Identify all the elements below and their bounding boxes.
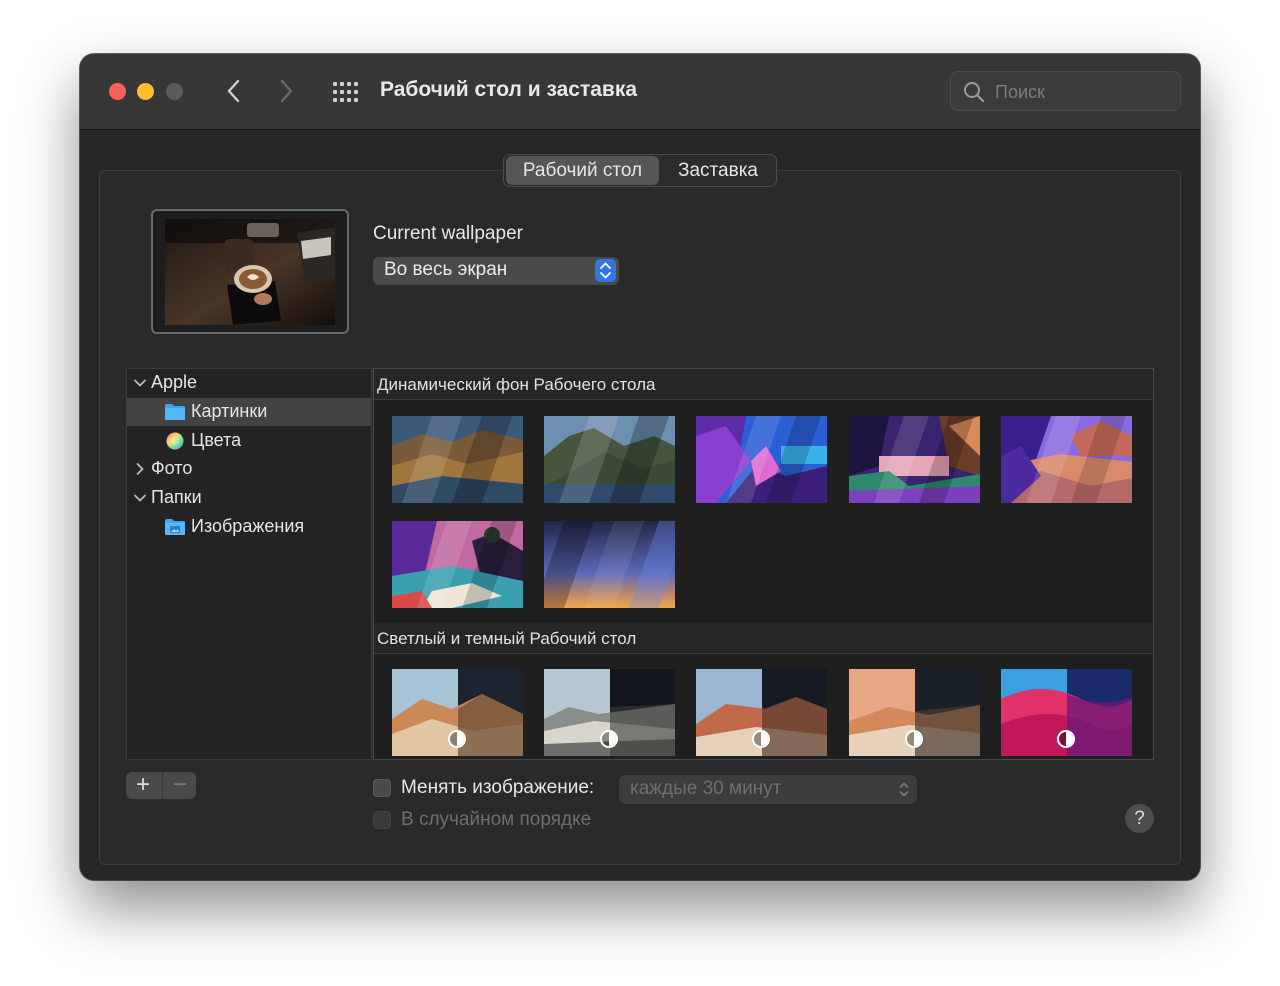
- wallpaper-thumb-catalina-1[interactable]: [392, 416, 523, 503]
- wallpaper-thumb-rocks-3[interactable]: [696, 669, 827, 756]
- search-icon: [964, 82, 985, 103]
- close-button[interactable]: [109, 83, 126, 100]
- wallpaper-thumb-catalina-2[interactable]: [544, 416, 675, 503]
- dark-mode-icon: [1057, 730, 1075, 748]
- dark-mode-icon: [752, 730, 770, 748]
- interval-value: каждые 30 минут: [630, 778, 782, 799]
- add-remove-control: + −: [126, 772, 196, 799]
- chevron-right-icon: [280, 79, 293, 103]
- tab-desktop[interactable]: Рабочий стол: [506, 156, 659, 185]
- wallpaper-thumb-gradient[interactable]: [544, 521, 675, 608]
- wallpaper-thumb-illustration-4[interactable]: [392, 521, 523, 608]
- wallpaper-preview-image: [165, 219, 335, 325]
- minimize-button[interactable]: [137, 83, 154, 100]
- sidebar-item-label: Изображения: [191, 516, 305, 536]
- chevron-updown-icon: [899, 782, 909, 797]
- remove-folder-button[interactable]: −: [162, 772, 197, 799]
- change-picture-checkbox[interactable]: [373, 779, 391, 797]
- sidebar-item-images-folder[interactable]: Изображения: [127, 513, 371, 541]
- chevron-down-icon[interactable]: [133, 491, 147, 505]
- section-header-dynamic: Динамический фон Рабочего стола: [374, 369, 1153, 400]
- fit-mode-popup[interactable]: Во весь экран: [373, 256, 619, 285]
- change-picture-label: Менять изображение:: [401, 777, 595, 798]
- sidebar-item-colors[interactable]: Цвета: [127, 427, 371, 455]
- title-bar: Рабочий стол и заставка: [80, 54, 1200, 130]
- chevron-left-icon: [227, 79, 240, 103]
- dark-mode-icon: [905, 730, 923, 748]
- random-order-checkbox[interactable]: [373, 811, 391, 829]
- interval-popup[interactable]: каждые 30 минут: [619, 775, 917, 804]
- popup-stepper-icon: [595, 259, 616, 282]
- forward-button[interactable]: [273, 76, 299, 106]
- sidebar-item-label: Папки: [151, 487, 202, 507]
- add-folder-button[interactable]: +: [126, 772, 160, 799]
- sidebar-item-label: Цвета: [191, 430, 242, 450]
- search-field[interactable]: [950, 71, 1181, 111]
- wallpaper-thumb-rocks-2[interactable]: [544, 669, 675, 756]
- show-all-button[interactable]: [332, 82, 360, 102]
- sidebar-item-pictures[interactable]: Картинки: [127, 398, 371, 426]
- current-wallpaper-label: Current wallpaper: [373, 223, 523, 244]
- wallpaper-thumb-illustration-1[interactable]: [696, 416, 827, 503]
- help-button[interactable]: ?: [1125, 804, 1154, 833]
- random-order-label: В случайном порядке: [401, 809, 592, 830]
- tab-screensaver[interactable]: Заставка: [661, 156, 775, 185]
- fit-mode-value: Во весь экран: [384, 259, 508, 280]
- zoom-button[interactable]: [166, 83, 183, 100]
- window-title: Рабочий стол и заставка: [380, 78, 638, 101]
- back-button[interactable]: [221, 76, 247, 106]
- sidebar-item-label: Картинки: [191, 401, 268, 421]
- sidebar-item-label: Apple: [151, 372, 198, 392]
- sidebar-group-apple[interactable]: Apple: [127, 369, 371, 397]
- pictures-folder-icon: [165, 519, 185, 535]
- wallpaper-thumb-illustration-2[interactable]: [849, 416, 980, 503]
- current-wallpaper-preview: [151, 209, 349, 334]
- dark-mode-icon: [600, 730, 618, 748]
- search-input[interactable]: [993, 78, 1177, 106]
- color-wheel-icon: [166, 432, 184, 450]
- sidebar-item-label: Фото: [151, 458, 193, 478]
- wallpaper-thumb-big-sur[interactable]: [1001, 669, 1132, 756]
- section-title: Динамический фон Рабочего стола: [377, 375, 656, 394]
- folder-icon: [165, 404, 185, 420]
- section-title: Светлый и темный Рабочий стол: [377, 629, 637, 648]
- wallpaper-thumb-rocks-1[interactable]: [392, 669, 523, 756]
- tab-bar: Рабочий стол Заставка: [503, 154, 777, 187]
- source-sidebar: Apple Картинки Цвета Фото Папки Изображе…: [126, 368, 372, 760]
- wallpaper-thumb-illustration-3[interactable]: [1001, 416, 1132, 503]
- sidebar-group-photos[interactable]: Фото: [127, 455, 371, 483]
- wallpaper-gallery: Динамический фон Рабочего стола Светлый …: [373, 368, 1154, 760]
- dark-mode-icon: [448, 730, 466, 748]
- desktop-screensaver-window: Рабочий стол и заставка Рабочий стол Зас…: [80, 54, 1200, 880]
- chevron-right-icon[interactable]: [133, 462, 147, 476]
- sidebar-group-folders[interactable]: Папки: [127, 484, 371, 512]
- chevron-down-icon[interactable]: [133, 376, 147, 390]
- section-header-light-dark: Светлый и темный Рабочий стол: [374, 623, 1153, 654]
- wallpaper-thumb-rocks-4[interactable]: [849, 669, 980, 756]
- grid-icon: [333, 82, 358, 102]
